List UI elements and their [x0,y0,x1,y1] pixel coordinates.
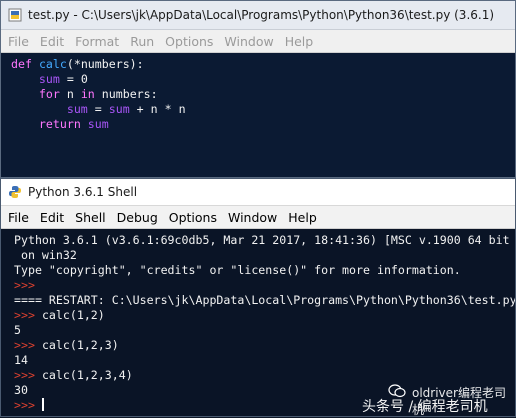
editor-menu-file[interactable]: File [8,34,29,49]
python-logo-icon [9,186,21,198]
shell-prompt: >>> [14,278,35,292]
editor-window: test.py - C:\Users\jk\AppData\Local\Prog… [0,0,516,178]
editor-menu-format[interactable]: Format [75,34,119,49]
shell-input-line: >>> calc(1,2) [14,308,105,322]
shell-window: Python 3.6.1 Shell File Edit Shell Debug… [0,178,516,417]
editor-menu-window[interactable]: Window [224,34,273,49]
editor-title-bar[interactable]: test.py - C:\Users\jk\AppData\Local\Prog… [1,1,515,30]
shell-menu-debug[interactable]: Debug [117,210,158,225]
shell-output-line: 14 [14,353,28,367]
editor-code-area[interactable]: def calc(*numbers): sum = 0 for n in num… [1,53,515,132]
shell-menu-window[interactable]: Window [228,210,277,225]
editor-title: test.py - C:\Users\jk\AppData\Local\Prog… [28,8,495,22]
shell-output-line: 5 [14,323,21,337]
shell-menu-file[interactable]: File [8,210,29,225]
shell-title-bar[interactable]: Python 3.6.1 Shell [1,179,515,206]
shell-menu-shell[interactable]: Shell [75,210,106,225]
editor-menu-options[interactable]: Options [165,34,213,49]
editor-menu-bar: File Edit Format Run Options Window Help [1,30,515,53]
shell-menu-help[interactable]: Help [288,210,317,225]
shell-input-line: >>> calc(1,2,3,4) [14,368,133,382]
code-line: return sum [38,117,109,131]
code-line: for n in numbers: [38,87,158,101]
banner-line: Python 3.6.1 (v3.6.1:69c0db5, Mar 21 201… [14,233,510,247]
editor-menu-edit[interactable]: Edit [40,34,64,49]
shell-menu-bar: File Edit Shell Debug Options Window Hel… [1,206,515,229]
shell-menu-edit[interactable]: Edit [40,210,64,225]
restart-line: ==== RESTART: C:\Users\jk\AppData\Local\… [14,293,516,307]
shell-input-line: >>> calc(1,2,3) [14,338,119,352]
shell-title: Python 3.6.1 Shell [28,185,138,199]
text-cursor [41,398,44,411]
editor-menu-help[interactable]: Help [285,34,314,49]
code-line: sum = 0 [38,72,88,86]
python-file-icon [8,8,22,22]
banner-line: Type "copyright", "credits" or "license(… [14,263,461,277]
watermark-line2: 头条号 / 编程老司机 [362,399,488,415]
code-line: def calc(*numbers): [11,57,144,71]
editor-menu-run[interactable]: Run [130,34,154,49]
banner-line: on win32 [14,248,77,262]
code-line: sum = sum + n * n [66,102,186,116]
shell-menu-options[interactable]: Options [169,210,217,225]
